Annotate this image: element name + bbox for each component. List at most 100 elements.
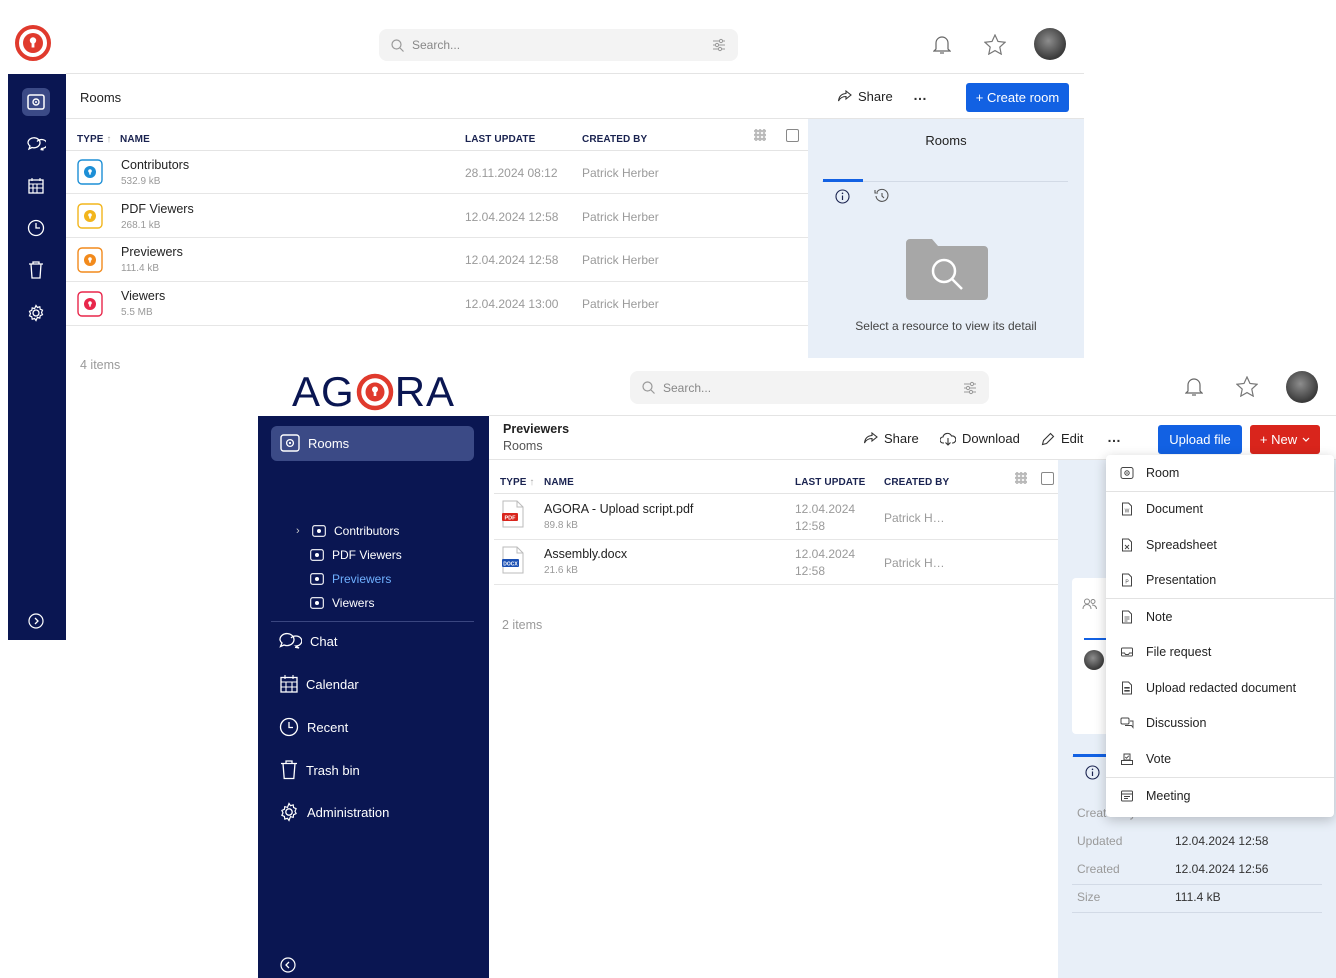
menu-divider: [1106, 777, 1334, 778]
select-all-checkbox[interactable]: [1041, 472, 1054, 485]
page-title: Previewers: [503, 422, 570, 436]
menu-item-file-request[interactable]: File request: [1106, 635, 1334, 669]
download-label: Download: [962, 431, 1020, 446]
history-tab-icon[interactable]: [874, 188, 890, 204]
col-type-label: TYPE: [77, 134, 104, 145]
app-logo[interactable]: [15, 25, 51, 61]
tree-item-pdf-viewers[interactable]: PDF Viewers: [310, 548, 402, 562]
row-updated: 12.04.2024 12:58: [465, 210, 559, 224]
info-tab-icon[interactable]: [1085, 765, 1100, 780]
col-created-by[interactable]: CREATED BY: [582, 134, 647, 145]
col-name[interactable]: NAME: [120, 134, 150, 145]
table-row[interactable]: Previewers 111.4 kB 12.04.2024 12:58 Pat…: [66, 238, 808, 282]
room-icon: [312, 525, 326, 537]
room-icon: [77, 291, 103, 317]
row-name: Assembly.docx: [544, 547, 628, 561]
expand-icon[interactable]: [22, 607, 50, 635]
room-icon: [310, 573, 324, 585]
collapse-sidebar-icon[interactable]: [280, 957, 296, 973]
note-icon: [1122, 610, 1132, 624]
tree-item-viewers[interactable]: Viewers: [310, 596, 374, 610]
search-input[interactable]: Search...: [630, 371, 989, 404]
menu-item-discussion[interactable]: Discussion: [1106, 706, 1334, 740]
grid-view-icon[interactable]: [754, 129, 766, 141]
menu-item-presentation[interactable]: P Presentation: [1106, 563, 1334, 597]
more-button[interactable]: …: [913, 87, 927, 103]
share-icon: [837, 89, 852, 101]
create-room-button[interactable]: + Create room: [966, 83, 1069, 112]
table-row[interactable]: DOCX Assembly.docx 21.6 kB 12.04.2024 12…: [494, 540, 1058, 585]
table-row[interactable]: PDF AGORA - Upload script.pdf 89.8 kB 12…: [494, 494, 1058, 540]
filter-icon[interactable]: [963, 381, 977, 395]
sidebar-item-calendar[interactable]: Calendar: [280, 675, 359, 693]
row-name: Contributors: [121, 158, 190, 172]
info-tab-icon[interactable]: [835, 189, 850, 204]
download-button[interactable]: Download: [940, 431, 1020, 446]
bell-icon[interactable]: [933, 35, 951, 55]
col-last-update[interactable]: LAST UPDATE: [465, 134, 535, 145]
col-name[interactable]: NAME: [544, 477, 574, 488]
breadcrumb[interactable]: Rooms: [503, 439, 543, 453]
upload-file-button[interactable]: Upload file: [1158, 425, 1242, 454]
member-avatar[interactable]: [1084, 650, 1104, 670]
col-created-by[interactable]: CREATED BY: [884, 477, 949, 488]
col-last-update[interactable]: LAST UPDATE: [795, 477, 865, 488]
bell-icon[interactable]: [1185, 377, 1203, 397]
menu-item-document[interactable]: W Document: [1106, 492, 1334, 526]
calendar-icon[interactable]: [22, 172, 50, 200]
sidebar-item-rooms[interactable]: Rooms: [271, 426, 474, 461]
search-input[interactable]: Search...: [379, 29, 738, 61]
agora-logo[interactable]: AG RA: [292, 368, 455, 416]
menu-item-vote[interactable]: Vote: [1106, 742, 1334, 776]
menu-item-room[interactable]: Room: [1106, 456, 1334, 490]
rooms-icon[interactable]: [22, 88, 50, 116]
select-all-checkbox[interactable]: [786, 129, 799, 142]
table-row[interactable]: Viewers 5.5 MB 12.04.2024 13:00 Patrick …: [66, 282, 808, 326]
share-button[interactable]: Share: [863, 431, 919, 446]
menu-item-label: Vote: [1146, 752, 1172, 766]
trash-icon[interactable]: [22, 256, 50, 284]
menu-item-note[interactable]: Note: [1106, 600, 1334, 634]
table-row[interactable]: Contributors 532.9 kB 28.11.2024 08:12 P…: [66, 151, 808, 194]
more-button[interactable]: …: [1107, 429, 1121, 445]
panel-title: Rooms: [925, 133, 967, 148]
grid-view-icon[interactable]: [1015, 472, 1027, 484]
share-button[interactable]: Share: [837, 89, 893, 104]
star-icon[interactable]: [1236, 376, 1258, 397]
docx-file-icon: DOCX: [502, 546, 524, 574]
settings-icon[interactable]: [22, 299, 50, 327]
sidebar-item-label: Rooms: [308, 435, 350, 451]
filter-icon[interactable]: [712, 38, 726, 52]
row-name: Previewers: [121, 245, 183, 259]
items-count: 2 items: [502, 618, 543, 632]
edit-button[interactable]: Edit: [1041, 431, 1083, 446]
avatar[interactable]: [1034, 28, 1066, 60]
sidebar-item-chat[interactable]: Chat: [278, 632, 337, 650]
avatar[interactable]: [1286, 371, 1318, 403]
new-button[interactable]: + New: [1250, 425, 1320, 454]
share-icon: [863, 431, 878, 443]
chevron-right-icon[interactable]: ›: [296, 525, 304, 537]
menu-item-label: Presentation: [1146, 573, 1217, 587]
file-type-badge: DOCX: [503, 562, 518, 568]
menu-item-spreadsheet[interactable]: Spreadsheet: [1106, 528, 1334, 562]
row-name: AGORA - Upload script.pdf: [544, 502, 694, 516]
menu-item-label: Upload redacted document: [1146, 681, 1297, 695]
col-type[interactable]: TYPE ↑: [77, 134, 112, 145]
star-icon[interactable]: [984, 34, 1006, 55]
tree-item-label: Contributors: [334, 524, 400, 538]
tree-item-previewers[interactable]: Previewers: [310, 572, 391, 586]
chat-icon[interactable]: [22, 130, 50, 158]
sidebar-item-administration[interactable]: Administration: [279, 802, 389, 822]
tree-item-contributors[interactable]: › Contributors: [296, 524, 399, 538]
svg-text:P: P: [1125, 580, 1129, 586]
menu-item-upload-redacted-document[interactable]: Upload redacted document: [1106, 671, 1334, 705]
menu-item-meeting[interactable]: Meeting: [1106, 779, 1334, 813]
sidebar-item-trash[interactable]: Trash bin: [280, 760, 360, 780]
col-type-label: TYPE: [500, 477, 527, 488]
sidebar-item-recent[interactable]: Recent: [279, 717, 348, 737]
detail-divider: [1072, 912, 1322, 913]
col-type[interactable]: TYPE ↑: [500, 477, 535, 488]
recent-icon[interactable]: [22, 214, 50, 242]
table-row[interactable]: PDF Viewers 268.1 kB 12.04.2024 12:58 Pa…: [66, 194, 808, 238]
